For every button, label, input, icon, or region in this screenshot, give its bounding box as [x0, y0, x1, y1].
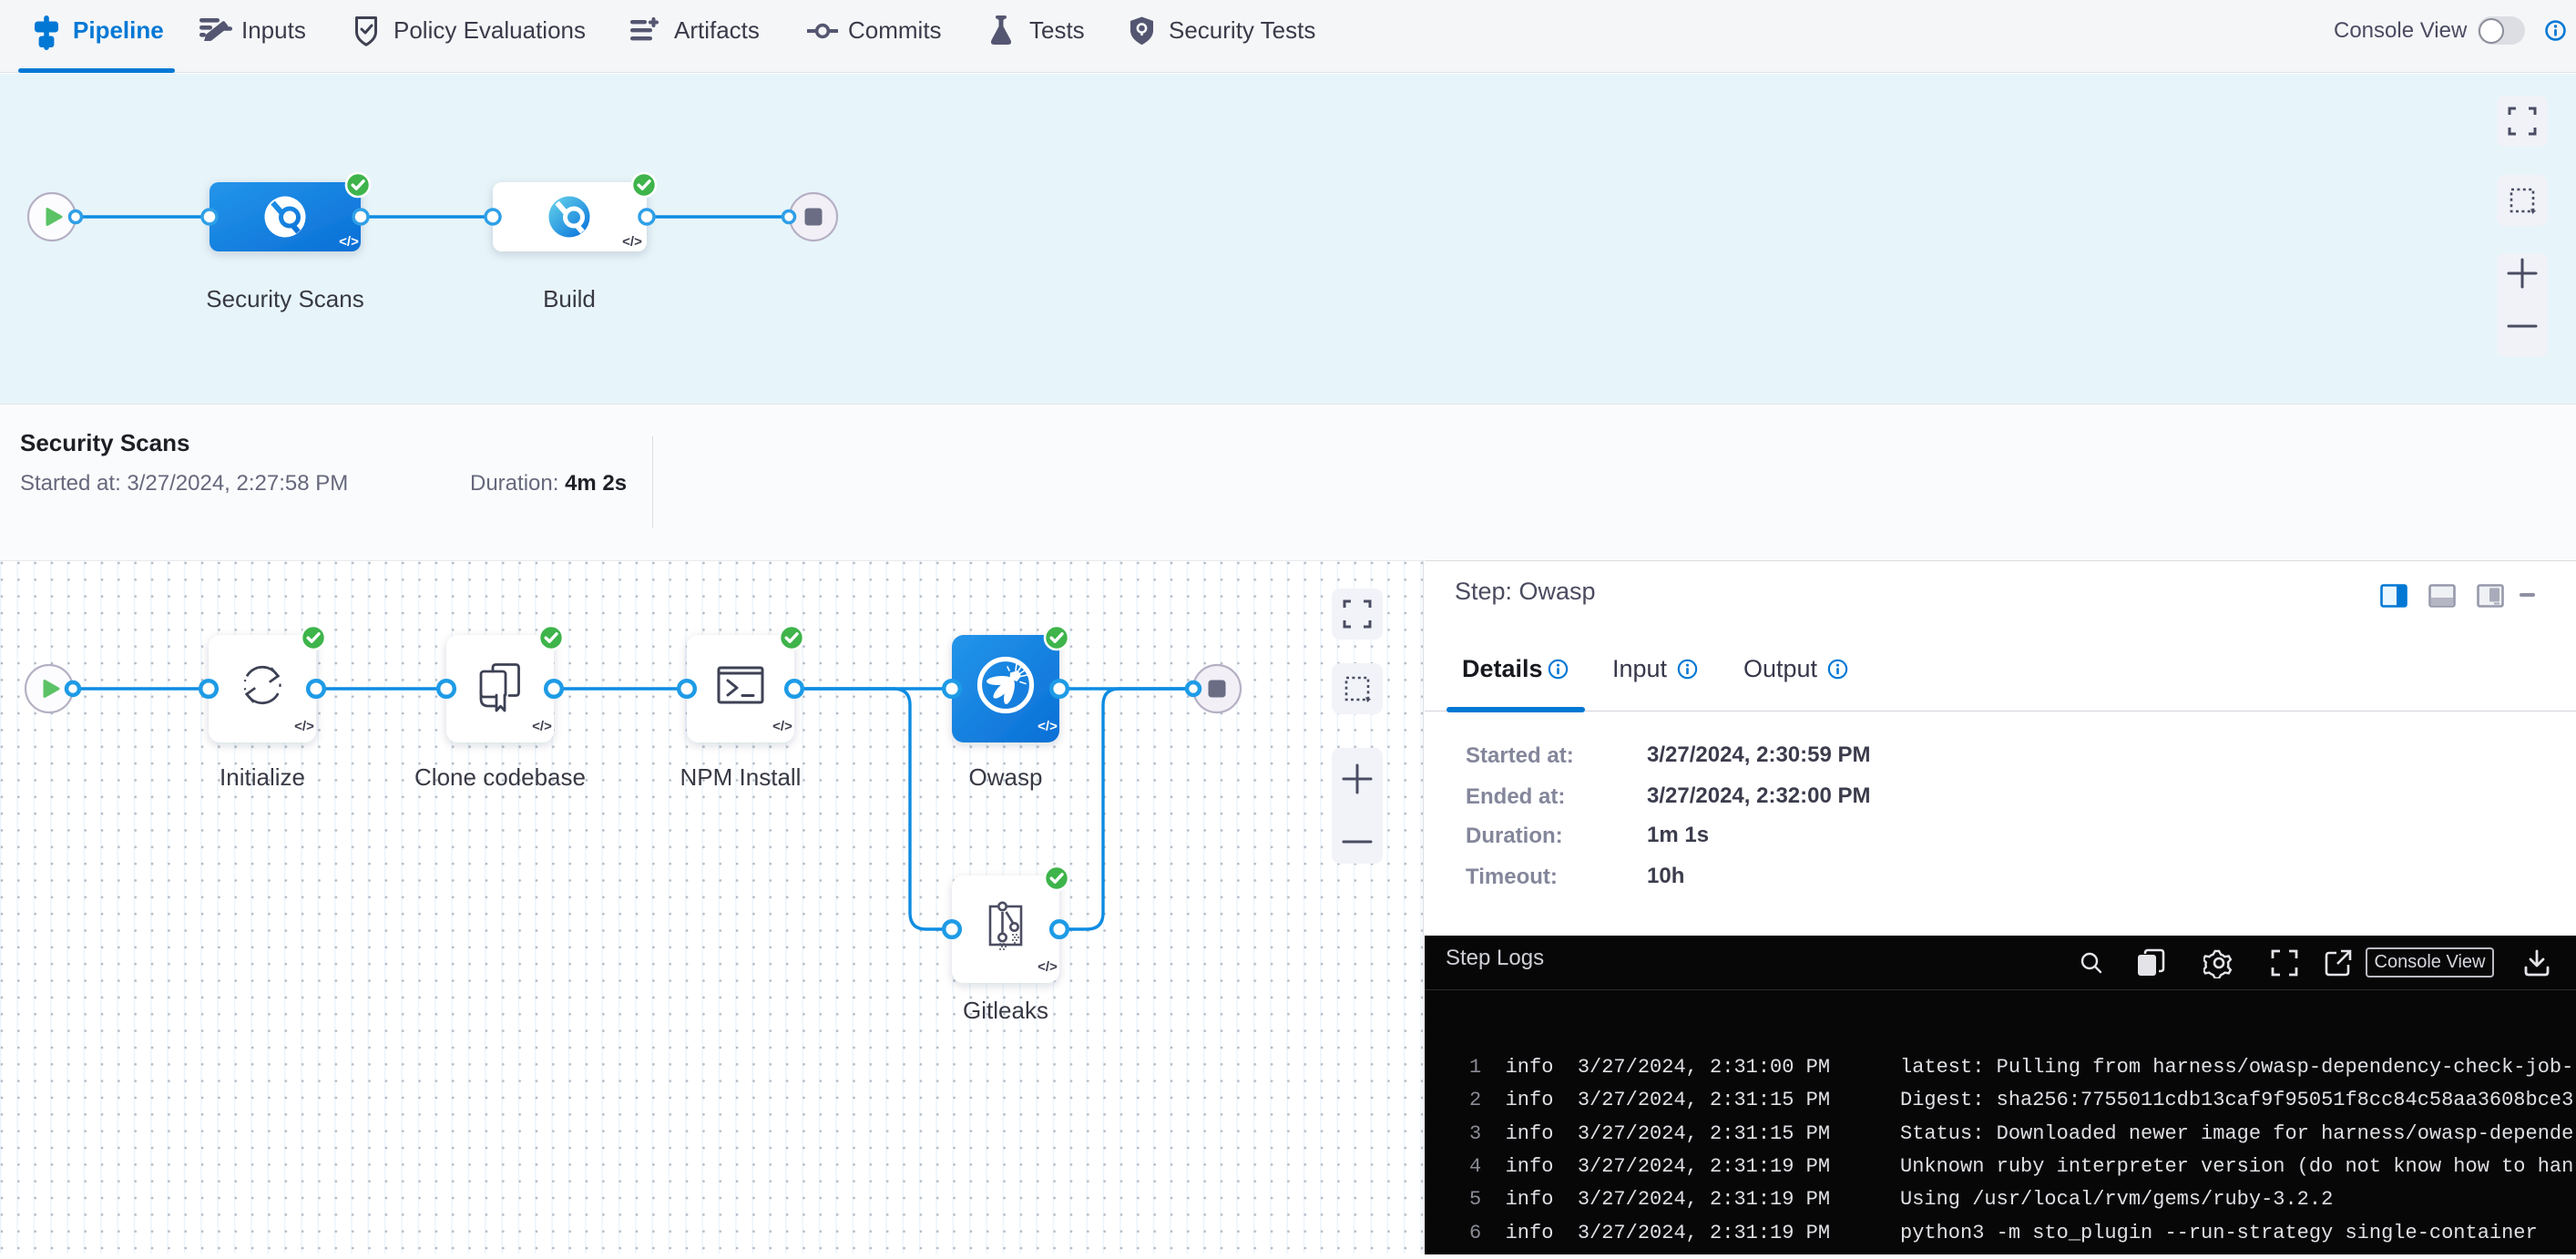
svg-text:</>: </> — [294, 719, 314, 734]
svg-text:Owasp: Owasp — [969, 763, 1043, 791]
svg-text:</>: </> — [772, 719, 792, 734]
svg-text:</>: </> — [339, 234, 359, 250]
svg-text:Gitleaks: Gitleaks — [963, 997, 1048, 1024]
svg-text:NPM Install: NPM Install — [680, 763, 802, 791]
svg-text:</>: </> — [622, 234, 642, 250]
svg-text:Clone codebase: Clone codebase — [414, 763, 586, 791]
svg-text:</>: </> — [1038, 959, 1058, 975]
svg-text:Initialize: Initialize — [220, 763, 305, 791]
svg-text:Build: Build — [543, 285, 596, 312]
svg-text:Security Scans: Security Scans — [206, 285, 363, 312]
svg-text:</>: </> — [532, 719, 552, 734]
svg-text:</>: </> — [1038, 719, 1058, 734]
